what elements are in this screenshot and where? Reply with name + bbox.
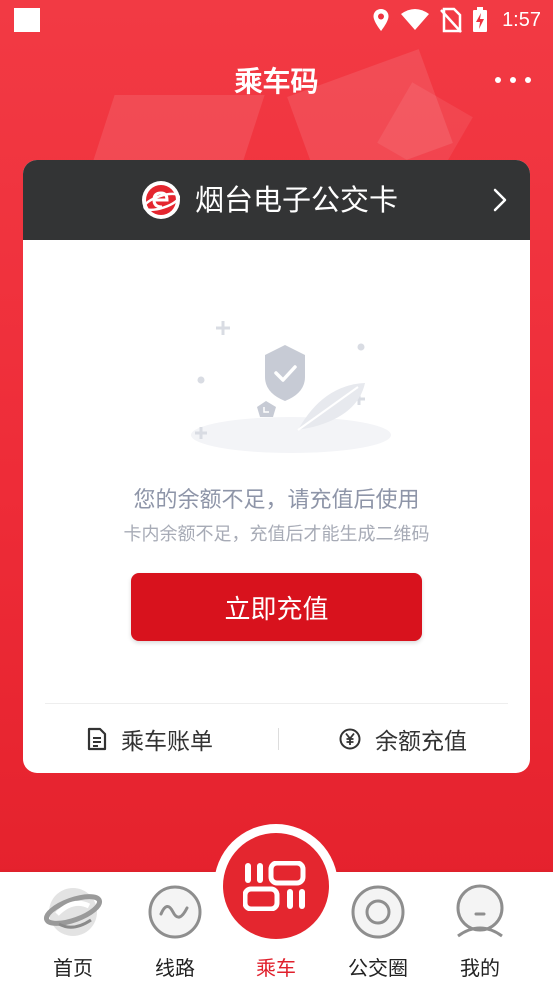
no-sim-icon	[440, 7, 462, 33]
e-card-logo-icon	[142, 181, 181, 219]
home-logo-icon	[43, 888, 103, 936]
ride-qr-icon	[243, 861, 306, 911]
balance-topup-label: 余额充值	[375, 728, 467, 755]
route-wave-icon	[148, 885, 202, 939]
bus-circle-icon	[351, 885, 405, 939]
nav-home-label: 首页	[53, 956, 93, 980]
profile-icon	[456, 884, 504, 938]
action-separator	[278, 728, 279, 750]
battery-charging-icon	[473, 7, 488, 32]
recharge-now-button[interactable]: 立即充值	[131, 573, 422, 641]
nav-bus-circle-label: 公交圈	[348, 956, 408, 980]
status-icons: 1:57	[372, 6, 541, 34]
ride-qr-button[interactable]	[214, 824, 338, 948]
balance-insufficient-message: 您的余额不足，请充值后使用	[133, 488, 420, 513]
title-bar: 乘车码	[0, 52, 553, 104]
ride-qr-button-inner	[223, 833, 329, 939]
balance-insufficient-hint: 卡内余额不足，充值后才能生成二维码	[123, 524, 430, 545]
card-actions: 乘车账单 余额充值	[23, 704, 530, 773]
bill-document-icon	[87, 727, 107, 750]
nav-mine[interactable]: 我的	[430, 872, 530, 983]
location-icon	[373, 9, 389, 31]
more-dots-icon[interactable]	[495, 68, 531, 92]
ride-bill-label: 乘车账单	[121, 728, 213, 755]
notification-square-icon	[14, 8, 40, 32]
ride-bill-button[interactable]: 乘车账单	[87, 704, 213, 773]
status-bar: 1:57	[0, 0, 553, 40]
card-header[interactable]: 烟台电子公交卡	[23, 160, 530, 240]
balance-topup-button[interactable]: 余额充值	[339, 704, 467, 773]
yuan-coin-icon	[339, 728, 361, 749]
nav-routes[interactable]: 线路	[125, 872, 225, 983]
chevron-right-icon[interactable]	[492, 187, 508, 213]
card-title: 烟台电子公交卡	[195, 183, 399, 217]
nav-bus-circle[interactable]: 公交圈	[328, 872, 428, 983]
nav-home[interactable]: 首页	[23, 872, 123, 983]
nav-routes-label: 线路	[155, 956, 195, 980]
page-title: 乘车码	[234, 65, 319, 98]
nav-mine-label: 我的	[460, 956, 500, 980]
wifi-icon	[401, 9, 430, 30]
low-balance-illustration	[191, 321, 391, 453]
status-time: 1:57	[502, 8, 541, 31]
nav-ride-label: 乘车	[256, 956, 296, 980]
bus-card: 烟台电子公交卡 您的余额不足，请充值后使用 卡内余额不足，充值后才能生成二维码 …	[23, 160, 530, 773]
